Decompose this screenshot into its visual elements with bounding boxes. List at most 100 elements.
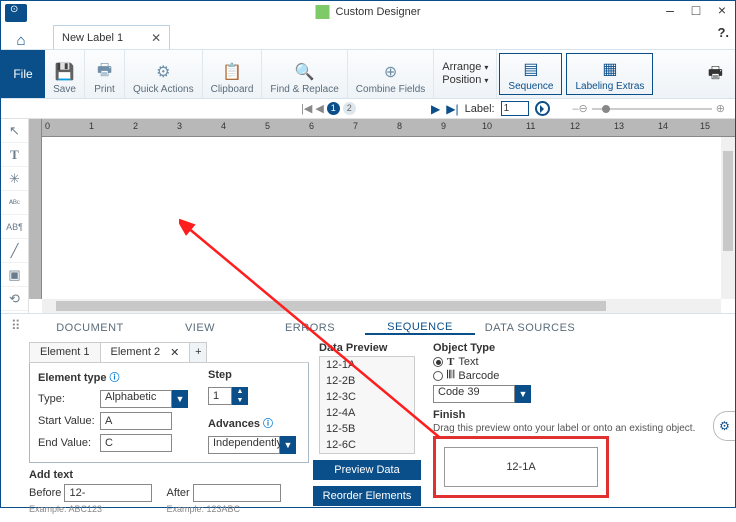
zoom-in-icon[interactable]: ⊕ xyxy=(716,102,725,115)
go-to-label-button[interactable] xyxy=(535,101,550,116)
format-tool-icon[interactable]: AB¶ xyxy=(1,215,28,239)
text-option-label: Text xyxy=(458,356,478,368)
chevron-down-icon[interactable]: ▼ xyxy=(172,390,188,408)
object-type-heading: Object Type xyxy=(433,342,727,354)
element-tab-2[interactable]: Element 2✕ xyxy=(100,342,191,362)
printer-icon[interactable]: 🖶 xyxy=(708,50,735,98)
pointer-tool-icon[interactable]: ↖ xyxy=(1,119,28,143)
quick-actions-button[interactable]: ⚙Quick Actions xyxy=(125,50,203,98)
list-item[interactable]: 12-5B xyxy=(320,421,414,437)
shape-tool-icon[interactable]: ✳ xyxy=(1,167,28,191)
before-example: Example: ABC123 xyxy=(29,504,152,514)
info-icon[interactable]: ⓘ xyxy=(263,419,273,430)
clipboard-button[interactable]: 📋Clipboard xyxy=(203,50,263,98)
document-tab[interactable]: New Label 1 ✕ xyxy=(53,25,170,49)
title-bar: Custom Designer – □ × xyxy=(1,1,735,23)
after-example: Example: 123ABC xyxy=(166,504,280,514)
combine-fields-button[interactable]: ⊕Combine Fields xyxy=(348,50,434,98)
tab-document[interactable]: DOCUMENT xyxy=(35,322,145,334)
add-element-button[interactable]: + xyxy=(189,342,207,362)
image-tool-icon[interactable]: ▣ xyxy=(1,263,28,287)
start-value-label: Start Value: xyxy=(38,415,96,427)
page-indicator-1[interactable]: 1 xyxy=(327,102,340,115)
page-indicator-2[interactable]: 2 xyxy=(343,102,356,115)
finish-heading: Finish xyxy=(433,409,727,421)
zoom-slider[interactable] xyxy=(592,108,712,110)
preview-data-button[interactable]: Preview Data xyxy=(313,460,421,480)
arc-text-tool-icon[interactable]: ᴬᴮᶜ xyxy=(1,191,28,215)
left-toolbar: ↖ T ✳ ᴬᴮᶜ AB¶ ╱ ▣ ⟲ xyxy=(1,119,29,313)
panel-tabs: DOCUMENT VIEW ERRORS SEQUENCE DATA SOURC… xyxy=(1,318,735,338)
document-tab-label: New Label 1 xyxy=(62,32,123,44)
sequence-button[interactable]: ▤Sequence xyxy=(499,53,562,95)
chevron-down-icon[interactable]: ▼ xyxy=(515,385,531,403)
horizontal-scrollbar[interactable] xyxy=(42,299,721,313)
end-value-label: End Value: xyxy=(38,437,96,449)
app-title-icon xyxy=(316,5,330,19)
before-label: Before xyxy=(29,487,61,499)
start-value-input[interactable] xyxy=(100,412,172,430)
list-item[interactable]: 12-2B xyxy=(320,373,414,389)
maximize-button[interactable]: □ xyxy=(683,1,709,21)
minimize-button[interactable]: – xyxy=(657,1,683,21)
zoom-out-icon[interactable]: –⊖ xyxy=(572,102,587,115)
text-radio[interactable] xyxy=(433,357,443,367)
step-spinner-icon[interactable]: ▲▼ xyxy=(232,387,248,405)
info-icon[interactable]: ⓘ xyxy=(110,373,120,384)
chevron-down-icon[interactable]: ▼ xyxy=(280,436,296,454)
before-input[interactable] xyxy=(64,484,152,502)
advances-select[interactable]: Independently xyxy=(208,436,280,454)
finish-preview[interactable]: 12-1A xyxy=(444,447,598,487)
find-replace-button[interactable]: 🔍Find & Replace xyxy=(262,50,347,98)
after-label: After xyxy=(166,487,189,499)
design-canvas[interactable] xyxy=(42,137,721,299)
ribbon: File 💾Save 🖶Print ⚙Quick Actions 📋Clipbo… xyxy=(1,49,735,99)
tab-view[interactable]: VIEW xyxy=(145,322,255,334)
list-item[interactable]: 12-3C xyxy=(320,389,414,405)
home-icon[interactable]: ⌂ xyxy=(7,32,35,49)
list-item[interactable]: 12-1A xyxy=(320,357,414,373)
element-tab-1[interactable]: Element 1 xyxy=(29,342,101,362)
horizontal-ruler: 0 1 2 3 4 5 6 7 8 9 10 11 12 13 14 15 xyxy=(42,119,735,137)
barcode-type-select[interactable]: Code 39 xyxy=(433,385,515,403)
arrange-group[interactable]: Arrange▾ Position▾ xyxy=(434,50,497,98)
step-input[interactable] xyxy=(208,387,232,405)
print-button[interactable]: 🖶Print xyxy=(85,50,125,98)
advances-heading: Advances xyxy=(208,418,260,430)
side-settings-handle[interactable]: ⚙ xyxy=(713,411,735,441)
help-button[interactable]: ?. xyxy=(717,25,729,40)
close-element-icon[interactable]: ✕ xyxy=(170,346,179,359)
tab-sequence[interactable]: SEQUENCE xyxy=(365,321,475,335)
tab-errors[interactable]: ERRORS xyxy=(255,322,365,334)
data-preview-heading: Data Preview xyxy=(319,342,415,354)
label-number-input[interactable] xyxy=(501,101,529,116)
text-tool-icon[interactable]: T xyxy=(1,143,28,167)
play-icon[interactable]: ▶ xyxy=(431,102,440,116)
prev-page-icon[interactable]: ◀ xyxy=(315,102,323,115)
close-button[interactable]: × xyxy=(709,1,735,21)
fast-forward-icon[interactable]: ▶| xyxy=(446,102,458,116)
list-item[interactable]: 12-4A xyxy=(320,405,414,421)
save-button[interactable]: 💾Save xyxy=(45,50,85,98)
barcode-icon: 𝄃𝄃𝄂 xyxy=(447,369,454,382)
add-text-heading: Add text xyxy=(29,469,309,481)
end-value-input[interactable] xyxy=(100,434,172,452)
link-tool-icon[interactable]: ⟲ xyxy=(1,287,28,311)
label-field-label: Label: xyxy=(465,103,495,115)
first-page-icon[interactable]: |◀ xyxy=(301,102,312,115)
vertical-scrollbar[interactable] xyxy=(721,137,735,299)
document-tab-row: ⌂ New Label 1 ✕ xyxy=(1,23,735,49)
after-input[interactable] xyxy=(193,484,281,502)
app-title: Custom Designer xyxy=(336,6,421,18)
tab-data-sources[interactable]: DATA SOURCES xyxy=(475,322,585,334)
close-tab-icon[interactable]: ✕ xyxy=(151,31,161,45)
list-item[interactable]: 12-6C xyxy=(320,437,414,453)
data-preview-list: 12-1A 12-2B 12-3C 12-4A 12-5B 12-6C xyxy=(319,356,415,454)
panel-grip-icon[interactable]: ⠿ xyxy=(11,318,21,334)
file-menu-button[interactable]: File xyxy=(1,50,45,98)
type-select[interactable]: Alphabetic xyxy=(100,390,172,408)
reorder-elements-button[interactable]: Reorder Elements xyxy=(313,486,421,506)
line-tool-icon[interactable]: ╱ xyxy=(1,239,28,263)
barcode-radio[interactable] xyxy=(433,371,443,381)
labeling-extras-button[interactable]: ▦Labeling Extras xyxy=(566,53,653,95)
